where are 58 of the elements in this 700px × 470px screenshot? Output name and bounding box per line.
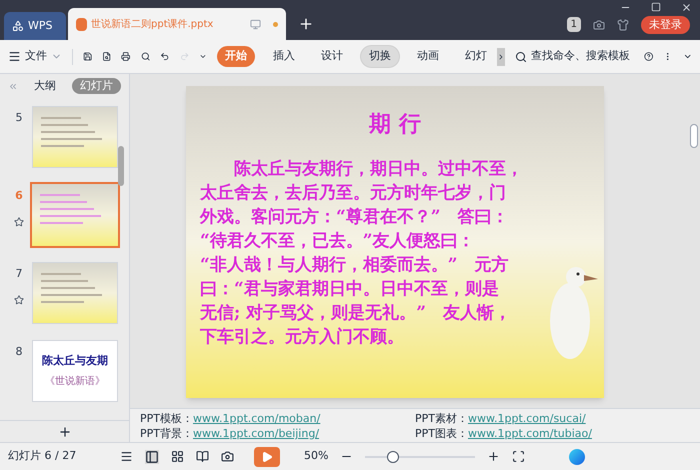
slide-number: 5: [16, 110, 22, 126]
print-icon[interactable]: [121, 50, 131, 63]
document-icon: [76, 18, 87, 30]
menu-icon: [8, 50, 21, 63]
reading-view-icon[interactable]: [196, 450, 209, 463]
scrollbar-thumb[interactable]: [690, 124, 698, 148]
close-icon[interactable]: [681, 2, 692, 13]
zoom-slider-thumb[interactable]: [386, 450, 399, 462]
zoom-slider[interactable]: [365, 450, 476, 462]
slide-thumbnail[interactable]: 陈太丘与友期 《世说新语》: [32, 340, 118, 402]
slide-thumbnail[interactable]: [32, 262, 118, 324]
scroll-right-icon[interactable]: [496, 48, 505, 66]
note-label: PPT图表：: [415, 427, 468, 442]
slide-number: 7: [16, 266, 22, 282]
note-label: PPT模板：: [140, 412, 193, 427]
undo-icon[interactable]: [160, 50, 170, 63]
search-field[interactable]: 查找命令、搜索模板: [514, 48, 630, 65]
login-button[interactable]: 未登录: [641, 16, 690, 34]
ribbon-tab[interactable]: 幻灯: [456, 46, 495, 67]
file-menu[interactable]: 文件: [8, 48, 62, 65]
note-label: PPT背景：: [140, 427, 193, 442]
ribbon-tab[interactable]: 设计: [312, 46, 351, 67]
fit-to-window-icon[interactable]: [512, 450, 526, 463]
play-button[interactable]: [254, 446, 280, 466]
zoom-value[interactable]: 50%: [304, 448, 328, 465]
ribbon-tab[interactable]: 插入: [264, 46, 303, 67]
help-icon[interactable]: [644, 50, 654, 63]
thumbnail-subtitle: 《世说新语》: [45, 374, 105, 389]
slide-thumbnail[interactable]: [32, 106, 118, 168]
wps-logo-icon: [12, 20, 24, 32]
search-icon: [514, 50, 527, 62]
slide-counter: 幻灯片 6 / 27: [8, 448, 78, 464]
normal-view-icon[interactable]: [145, 450, 159, 464]
thumbnail-title: 陈太丘与友期: [42, 353, 108, 370]
print-preview-icon[interactable]: [140, 50, 150, 63]
slide-title: 期 行: [369, 110, 421, 139]
grid-view-icon[interactable]: [171, 450, 184, 463]
maximize-icon[interactable]: [651, 2, 661, 12]
slide-thumbnail[interactable]: [32, 184, 118, 246]
note-label: PPT素材：: [415, 412, 468, 427]
panel-tab[interactable]: 大纲: [26, 78, 64, 94]
slide-number: 6: [15, 188, 23, 204]
add-slide-icon[interactable]: [58, 424, 72, 438]
new-tab-icon[interactable]: [298, 16, 314, 32]
scrollbar-thumb[interactable]: [118, 146, 124, 186]
camera-icon[interactable]: [221, 450, 234, 463]
slide-number: 8: [16, 344, 22, 360]
ribbon-tab[interactable]: 动画: [408, 46, 447, 67]
zoom-in-icon[interactable]: [487, 450, 500, 463]
play-icon: [261, 450, 273, 462]
app-tab[interactable]: WPS: [4, 12, 66, 40]
assistant-orb-icon[interactable]: [569, 448, 586, 464]
save-icon[interactable]: [82, 50, 92, 63]
notes-icon[interactable]: [120, 450, 133, 463]
ribbon-tab[interactable]: 切换: [360, 46, 399, 67]
page-badge: 1: [566, 17, 581, 32]
slide-body-text: 陈太丘与友期行，期日中。过中不至， 太丘舍去，去后乃至。元方时年七岁，门 外戏。客问元方：“尊君在不？” 答曰： “待君久不至，已去。”友人便怒曰： “非人哉！与人期行，相委而去。” 元方 曰：“君与家君期日中。日中不至，则是 无信; 对子骂父，则是无礼。” 友人惭， 下车引之。元方入门不顾。: [200, 158, 523, 349]
shirt-icon[interactable]: [617, 18, 629, 31]
